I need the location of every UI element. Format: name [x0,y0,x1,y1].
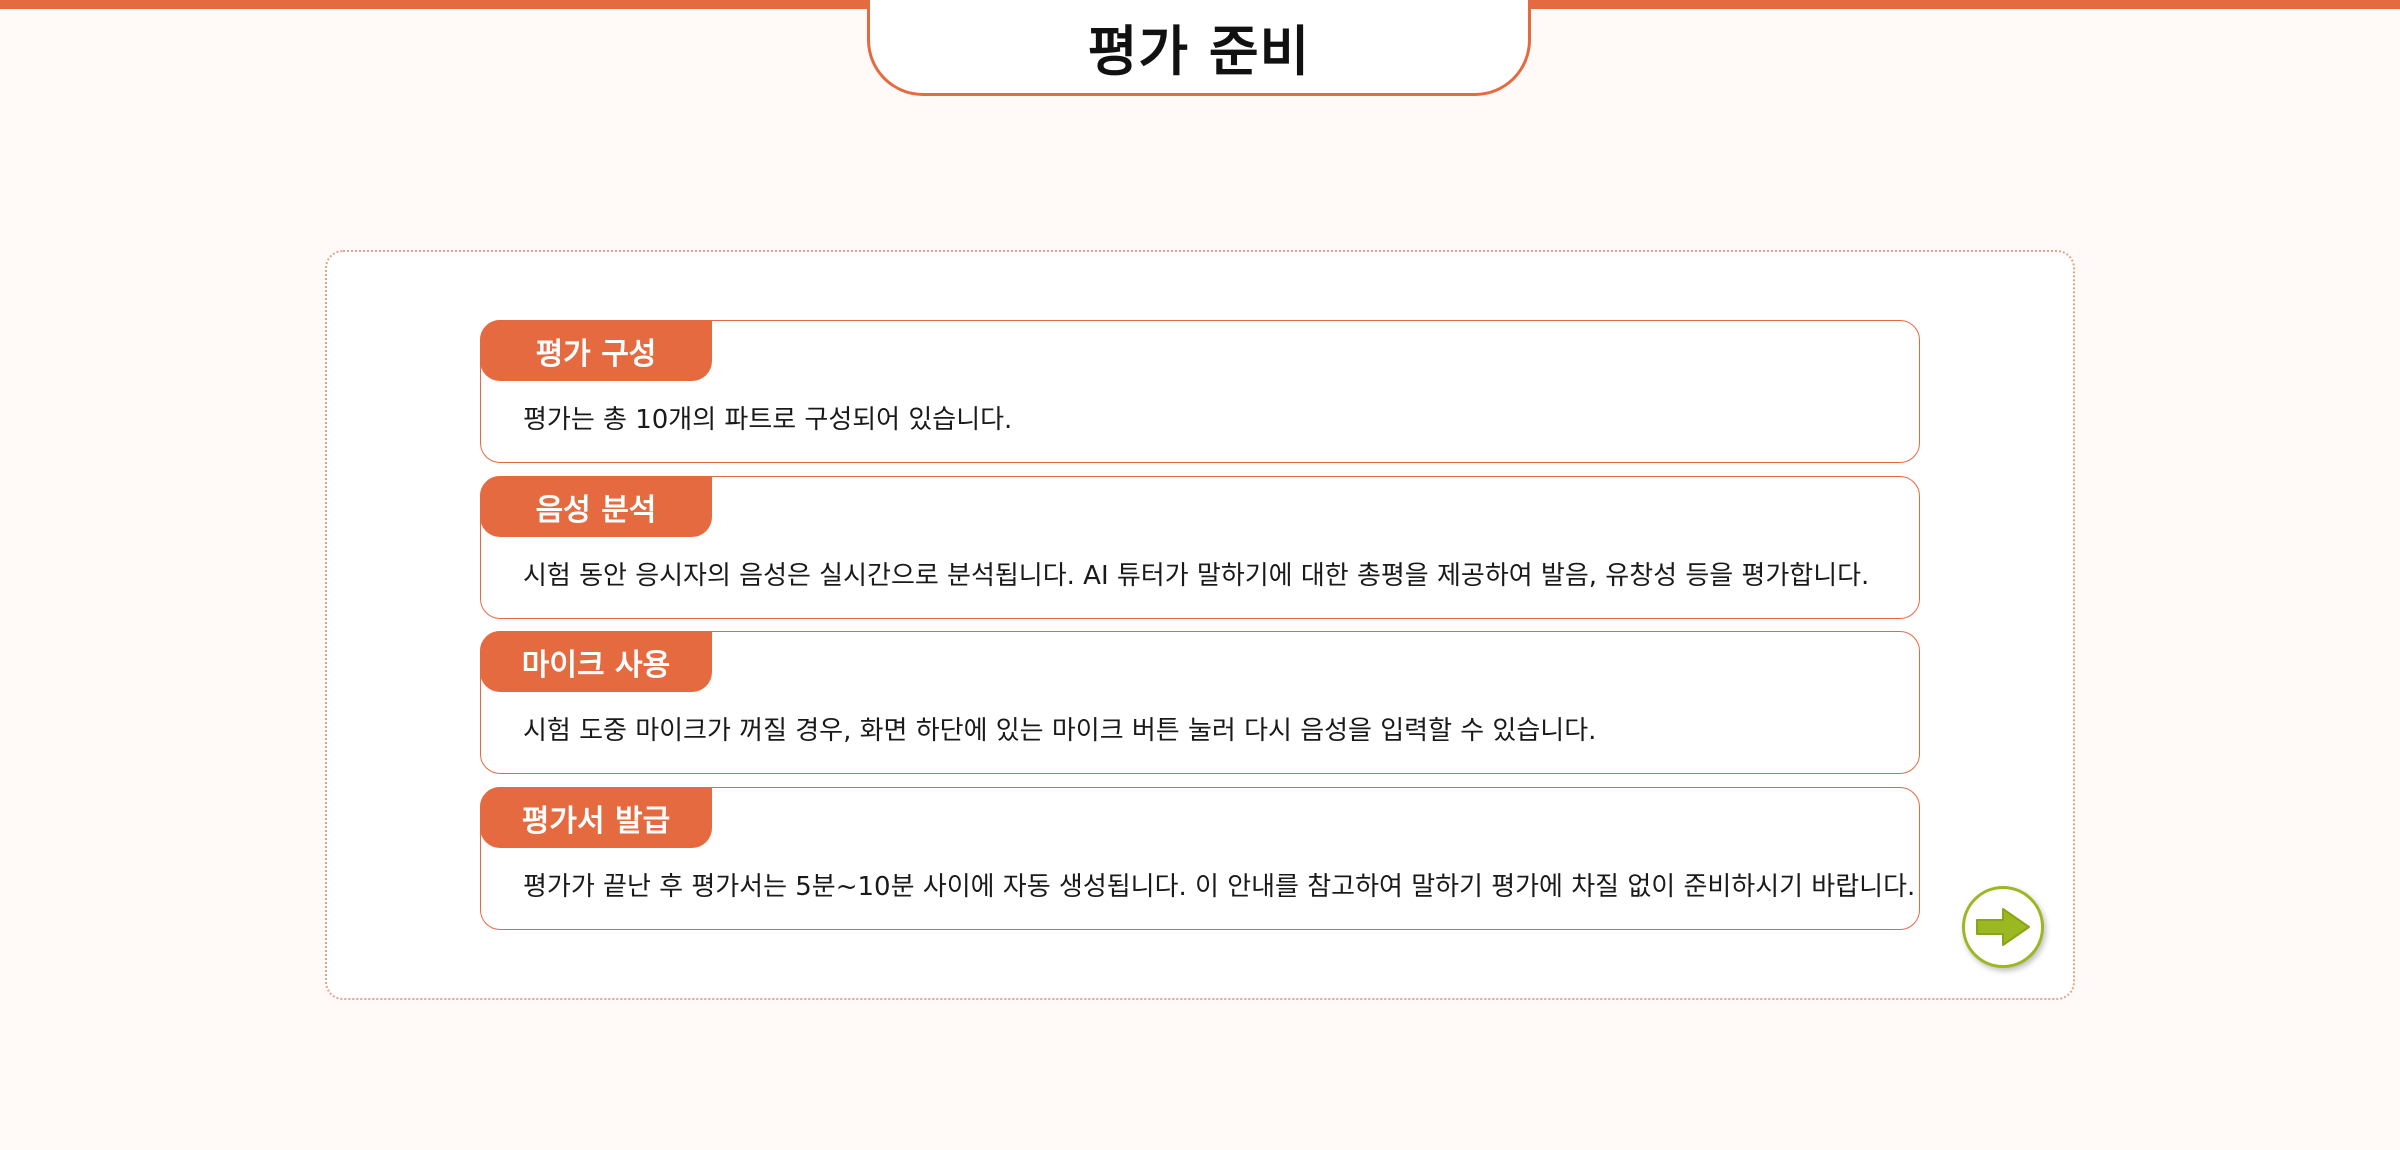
card-text: 시험 도중 마이크가 꺼질 경우, 화면 하단에 있는 마이크 버튼 눌러 다시… [523,716,1597,746]
info-card-report: 평가서 발급 평가가 끝난 후 평가서는 5분~10분 사이에 자동 생성됩니다… [480,787,1920,930]
info-card-voice-analysis: 음성 분석 시험 동안 응시자의 음성은 실시간으로 분석됩니다. AI 튜터가… [480,476,1920,619]
card-label: 음성 분석 [480,476,712,537]
card-label: 마이크 사용 [480,631,712,692]
arrow-right-icon [1976,908,2030,946]
card-label: 평가서 발급 [480,787,712,848]
card-text: 평가는 총 10개의 파트로 구성되어 있습니다. [523,405,1013,435]
card-text: 평가가 끝난 후 평가서는 5분~10분 사이에 자동 생성됩니다. 이 안내를… [523,872,1916,902]
info-card-composition: 평가 구성 평가는 총 10개의 파트로 구성되어 있습니다. [480,320,1920,463]
page-title: 평가 준비 [1087,20,1311,83]
card-text: 시험 동안 응시자의 음성은 실시간으로 분석됩니다. AI 튜터가 말하기에 … [523,561,1870,591]
card-label: 평가 구성 [480,320,712,381]
title-tab: 평가 준비 [867,0,1531,96]
info-card-microphone: 마이크 사용 시험 도중 마이크가 꺼질 경우, 화면 하단에 있는 마이크 버… [480,631,1920,774]
next-button[interactable] [1962,886,2044,968]
